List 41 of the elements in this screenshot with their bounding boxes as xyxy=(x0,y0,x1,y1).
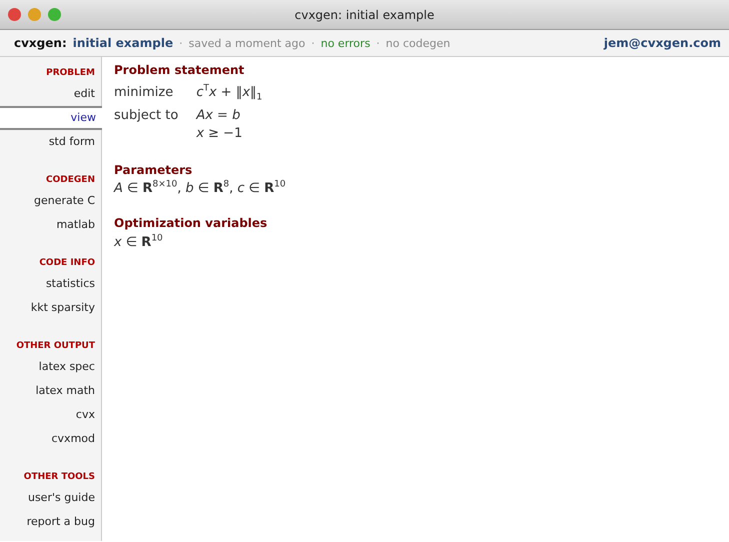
sidebar-item[interactable]: kkt sparsity xyxy=(0,296,101,320)
project-name[interactable]: initial example xyxy=(72,36,174,50)
sidebar-item[interactable]: matlab xyxy=(0,213,101,237)
sidebar-item[interactable]: user's guide xyxy=(0,486,101,510)
sidebar-item[interactable]: latex spec xyxy=(0,355,101,379)
math-expression: x ≥ −1 xyxy=(196,126,242,141)
status-text: no errors xyxy=(320,36,370,50)
math-expression: Ax = b xyxy=(196,108,240,123)
math-expression: x ∈ R$^{10}$ xyxy=(114,234,163,250)
sidebar-heading: OTHER OUTPUT xyxy=(15,340,96,353)
sidebar-item[interactable]: edit xyxy=(0,82,101,106)
section-title: Optimization variables xyxy=(114,216,268,230)
math-expression: A ∈ R$^{8×10}$, b ∈ R$^{8}$, c ∈ R$^{10}$ xyxy=(114,181,286,196)
sidebar-item[interactable]: cvx xyxy=(0,403,101,427)
sidebar-heading: CODE INFO xyxy=(38,257,96,270)
sidebar-item[interactable]: view xyxy=(0,106,102,130)
status-text: saved a moment ago xyxy=(188,36,306,50)
math-expression: c$^{T}$x + ‖x‖$_{1}$ xyxy=(196,85,262,100)
sidebar-item[interactable]: generate C xyxy=(0,189,101,213)
sidebar-heading: CODEGEN xyxy=(45,174,96,187)
separator: · xyxy=(311,36,315,50)
window-control-icon[interactable] xyxy=(48,8,61,21)
sidebar-heading: OTHER TOOLS xyxy=(22,471,96,484)
sidebar-item[interactable]: std form xyxy=(0,130,101,154)
section-title: Problem statement xyxy=(114,63,246,77)
section-title: Parameters xyxy=(114,162,194,177)
window-control-icon[interactable] xyxy=(28,8,41,21)
math-label: minimize xyxy=(114,85,174,100)
user-link[interactable]: jem@cvxgen.com xyxy=(604,36,721,50)
sidebar-item[interactable]: statistics xyxy=(0,272,101,296)
status-text: no codegen xyxy=(386,36,450,50)
sidebar-heading: PROBLEM xyxy=(45,67,96,80)
window-control-icon[interactable] xyxy=(8,8,21,21)
sidebar-item[interactable]: latex math xyxy=(0,379,101,403)
separator: · xyxy=(376,36,380,50)
sidebar-item[interactable]: report a bug xyxy=(0,510,101,534)
window-title: cvxgen: initial example xyxy=(294,8,434,22)
math-label: subject to xyxy=(114,108,178,123)
separator: · xyxy=(179,36,183,50)
app-name: cvxgen: xyxy=(14,36,67,50)
sidebar-item[interactable]: cvxmod xyxy=(0,427,101,451)
